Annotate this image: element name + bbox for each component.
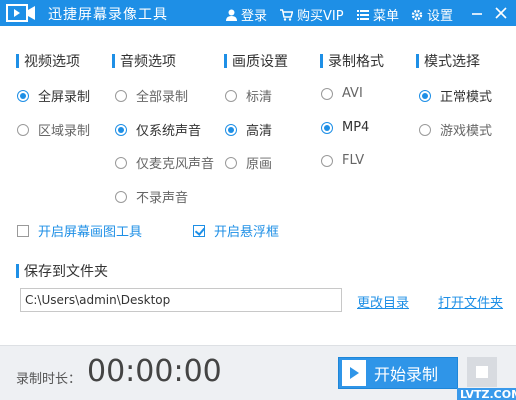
save-path-input[interactable] xyxy=(20,288,342,312)
quality-settings-header: 画质设置 xyxy=(224,51,288,71)
start-record-button[interactable]: 开始录制 xyxy=(338,357,458,389)
checkbox-paint-tool[interactable]: 开启屏幕画图工具 xyxy=(17,221,142,240)
video-options-header: 视频选项 xyxy=(16,51,80,71)
open-folder-link[interactable]: 打开文件夹 xyxy=(438,292,503,311)
radio-format-flv[interactable]: FLV xyxy=(321,153,364,168)
radio-region-record[interactable]: 区域录制 xyxy=(17,120,90,139)
radio-format-avi[interactable]: AVI xyxy=(321,86,363,101)
radio-indicator xyxy=(115,156,127,169)
radio-indicator xyxy=(321,121,333,134)
footer-bar: 录制时长： 00:00:00 开始录制 LVTZ.COM xyxy=(0,345,516,400)
menu-label: 菜单 xyxy=(373,9,400,24)
stop-icon xyxy=(476,366,488,378)
radio-indicator xyxy=(225,156,237,169)
radio-game-mode[interactable]: 游戏模式 xyxy=(419,120,492,139)
audio-options-header: 音频选项 xyxy=(112,51,176,71)
minimize-button[interactable] xyxy=(467,3,487,23)
save-folder-header: 保存到文件夹 xyxy=(16,261,108,281)
radio-fullscreen-record[interactable]: 全屏录制 xyxy=(17,86,90,105)
radio-indicator xyxy=(115,89,127,102)
close-icon xyxy=(495,7,507,19)
radio-indicator xyxy=(225,89,237,102)
settings-label: 设置 xyxy=(427,9,454,24)
radio-indicator xyxy=(115,123,127,136)
play-icon xyxy=(342,360,366,386)
user-icon xyxy=(226,9,237,21)
buy-vip-label: 购买VIP xyxy=(297,9,344,24)
buy-vip-button[interactable]: 购买VIP xyxy=(280,5,344,24)
radio-quality-sd[interactable]: 标清 xyxy=(225,86,272,105)
checkbox-indicator xyxy=(17,224,29,237)
menu-icon xyxy=(357,10,369,20)
stop-button[interactable] xyxy=(467,357,497,387)
close-button[interactable] xyxy=(491,3,511,23)
radio-indicator xyxy=(321,154,333,167)
minimize-icon xyxy=(472,13,482,15)
mode-select-header: 模式选择 xyxy=(416,51,480,71)
duration-value: 00:00:00 xyxy=(87,354,222,389)
radio-indicator xyxy=(419,123,431,136)
login-button[interactable]: 登录 xyxy=(226,5,267,24)
checkbox-floating-window[interactable]: 开启悬浮框 xyxy=(193,221,279,240)
app-title: 迅捷屏幕录像工具 xyxy=(48,7,168,23)
menu-button[interactable]: 菜单 xyxy=(357,5,399,24)
radio-quality-original[interactable]: 原画 xyxy=(225,153,272,172)
checkbox-indicator xyxy=(193,224,205,237)
radio-format-mp4[interactable]: MP4 xyxy=(321,120,369,135)
radio-system-audio-only[interactable]: 仅系统声音 xyxy=(115,120,201,139)
radio-indicator xyxy=(115,190,127,203)
radio-indicator xyxy=(321,87,333,100)
record-format-header: 录制格式 xyxy=(320,51,384,71)
radio-mic-audio-only[interactable]: 仅麦克风声音 xyxy=(115,153,214,172)
title-bar: 迅捷屏幕录像工具 登录 购买VIP 菜单 设置 xyxy=(0,0,516,26)
cart-icon xyxy=(280,8,293,21)
login-label: 登录 xyxy=(241,9,268,24)
radio-normal-mode[interactable]: 正常模式 xyxy=(419,86,492,105)
gear-icon xyxy=(411,9,423,20)
radio-indicator xyxy=(17,123,29,136)
app-logo-icon xyxy=(6,4,36,22)
duration-label: 录制时长： xyxy=(16,372,82,387)
change-directory-link[interactable]: 更改目录 xyxy=(357,292,409,311)
settings-button[interactable]: 设置 xyxy=(411,5,453,24)
radio-indicator xyxy=(419,89,431,102)
start-record-label: 开始录制 xyxy=(374,365,439,384)
radio-no-audio[interactable]: 不录声音 xyxy=(115,187,188,206)
radio-indicator xyxy=(225,123,237,136)
radio-indicator xyxy=(17,89,29,102)
watermark-text: LVTZ.COM xyxy=(457,388,516,400)
radio-quality-hd[interactable]: 高清 xyxy=(225,120,272,139)
radio-all-audio[interactable]: 全部录制 xyxy=(115,86,188,105)
